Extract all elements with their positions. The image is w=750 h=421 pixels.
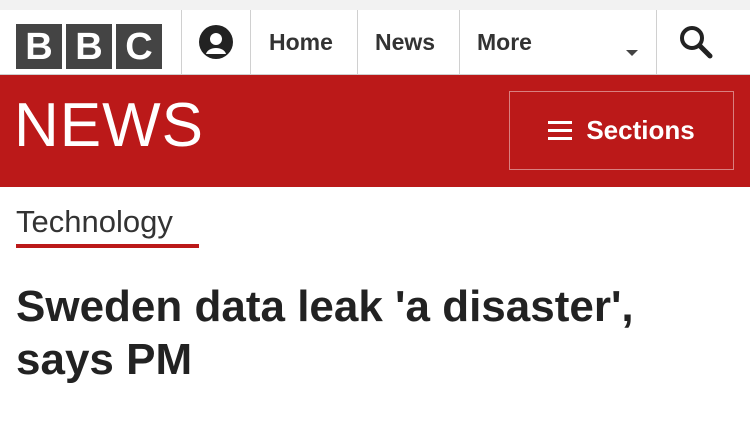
nav-divider xyxy=(459,10,460,74)
article-headline: Sweden data leak 'a disaster', says PM xyxy=(16,282,634,384)
chevron-down-icon[interactable] xyxy=(626,50,638,56)
sections-label: Sections xyxy=(586,115,695,145)
bbc-logo[interactable]: B B C xyxy=(16,24,162,69)
news-banner: NEWS Sections xyxy=(0,75,750,187)
bbc-logo-block: C xyxy=(116,24,162,69)
account-button[interactable] xyxy=(182,10,250,74)
section-underline xyxy=(16,244,199,248)
section-link-technology[interactable]: Technology xyxy=(16,204,173,239)
nav-news[interactable]: News xyxy=(375,10,435,74)
nav-divider xyxy=(250,10,251,74)
bbc-top-bar: B B C Home News More xyxy=(0,0,750,75)
search-button[interactable] xyxy=(658,10,734,74)
bbc-logo-block: B xyxy=(16,24,62,69)
news-logo[interactable]: NEWS xyxy=(14,95,204,157)
nav-divider xyxy=(656,10,657,74)
nav-home[interactable]: Home xyxy=(269,10,333,74)
bbc-logo-block: B xyxy=(66,24,112,69)
nav-more[interactable]: More xyxy=(477,10,532,74)
search-icon xyxy=(680,26,713,59)
nav-divider xyxy=(357,10,358,74)
hamburger-icon xyxy=(548,121,573,140)
sections-button[interactable]: Sections xyxy=(509,91,734,170)
user-icon xyxy=(199,25,233,59)
